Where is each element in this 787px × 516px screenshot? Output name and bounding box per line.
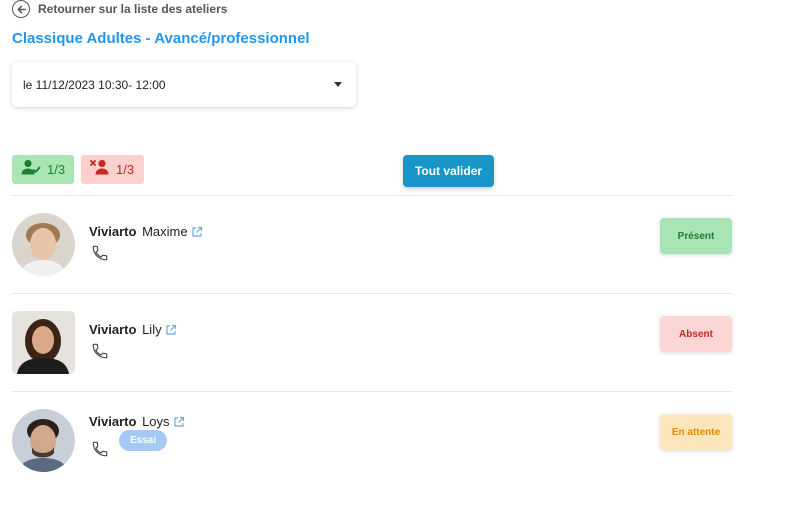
external-link-icon[interactable] — [165, 324, 177, 336]
participant-row: Viviarto Maxime Présent — [12, 196, 732, 286]
absent-count: 1/3 — [116, 162, 135, 177]
status-absent-button[interactable]: Absent — [660, 316, 732, 352]
present-count: 1/3 — [47, 162, 66, 177]
trial-badge: Essai — [119, 430, 168, 451]
phone-icon[interactable] — [91, 342, 109, 365]
absent-count-badge: 1/3 — [81, 155, 144, 184]
session-select-value: le 11/12/2023 10:30- 12:00 — [23, 77, 166, 92]
external-link-icon[interactable] — [191, 226, 203, 238]
validate-all-button[interactable]: Tout valider — [403, 155, 494, 187]
participant-row: Viviarto Lily Absent — [12, 294, 732, 384]
status-pending-button[interactable]: En attente — [660, 414, 732, 450]
page-title: Classique Adultes - Avancé/professionnel — [12, 30, 310, 47]
external-link-icon[interactable] — [173, 416, 185, 428]
phone-icon[interactable] — [91, 440, 109, 463]
participant-name: Viviarto Loys — [89, 414, 185, 429]
back-link[interactable]: Retourner sur la liste des ateliers — [12, 0, 227, 18]
avatar — [12, 409, 75, 472]
phone-icon[interactable] — [91, 244, 109, 267]
present-count-badge: 1/3 — [12, 155, 74, 184]
user-remove-icon — [90, 159, 110, 180]
back-link-label: Retourner sur la liste des ateliers — [38, 2, 228, 16]
avatar — [12, 213, 75, 276]
avatar — [12, 311, 75, 374]
participant-name: Viviarto Maxime — [89, 224, 203, 239]
status-present-button[interactable]: Présent — [660, 218, 732, 254]
session-select[interactable]: le 11/12/2023 10:30- 12:00 — [12, 62, 356, 107]
caret-down-icon — [334, 82, 342, 87]
user-check-icon — [21, 159, 41, 180]
participant-row: Viviarto Loys Essai En attente — [12, 392, 732, 482]
arrow-left-icon — [12, 0, 30, 18]
participant-name: Viviarto Lily — [89, 322, 177, 337]
